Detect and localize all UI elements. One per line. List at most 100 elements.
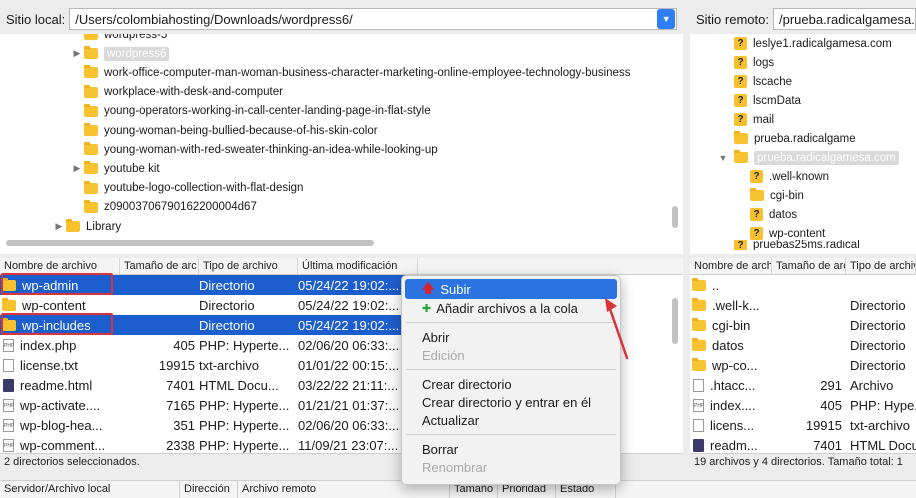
- menu-item-create-directory-enter[interactable]: Crear directorio y entrar en él: [402, 393, 620, 411]
- cell-filename-text: wp-activate....: [20, 397, 101, 413]
- tree-item[interactable]: youtube-logo-collection-with-flat-design: [70, 179, 303, 198]
- tree-item[interactable]: young-woman-being-bullied-because-of-his…: [70, 121, 378, 140]
- cell-filename: wp-co...: [690, 357, 772, 373]
- tree-item[interactable]: work-office-computer-man-woman-business-…: [70, 63, 630, 82]
- table-row[interactable]: wp-co... Directorio: [690, 355, 916, 375]
- table-row[interactable]: PHP wp-comment... 2338 PHP: Hyperte... 11/09…: [0, 435, 418, 453]
- table-row[interactable]: wp-content Directorio 05/24/22 19:02:...: [0, 295, 418, 315]
- table-row[interactable]: licens... 19915 txt-archivo: [690, 415, 916, 435]
- col-modified[interactable]: Última modificación: [298, 258, 418, 274]
- cell-modified: 01/21/21 01:37:...: [298, 397, 400, 413]
- queue-col-server[interactable]: Servidor/Archivo local: [0, 481, 180, 498]
- php-file-icon: PHP: [3, 338, 14, 352]
- cell-type: Archivo: [850, 377, 894, 393]
- tree-item-label: young-woman-with-red-sweater-thinking-an…: [104, 143, 438, 156]
- cell-filename: .htacc...: [690, 378, 772, 393]
- expand-triangle-icon[interactable]: ▶: [70, 48, 84, 59]
- table-row[interactable]: .well-k... Directorio: [690, 295, 916, 315]
- local-directory-tree[interactable]: wordpress-5 ▶ wordpress6 work-office-comput…: [0, 34, 683, 254]
- folder-icon: [750, 188, 764, 201]
- remote-tree-item[interactable]: ? lscache: [734, 72, 792, 91]
- tree-item[interactable]: workplace-with-desk-and-computer: [70, 83, 283, 102]
- menu-item-upload-label: Subir: [440, 281, 471, 297]
- table-row[interactable]: cgi-bin Directorio: [690, 315, 916, 335]
- remote-col-type[interactable]: Tipo de archivo: [846, 258, 916, 274]
- cell-filename-text: index....: [710, 397, 756, 413]
- remote-tree-item[interactable]: ▼ prueba.radicalgamesa.com: [716, 148, 899, 167]
- tree-item[interactable]: ▶ wordpress6: [70, 44, 170, 63]
- local-site-bar: Sitio local: /Users/colombiahosting/Down…: [0, 6, 683, 32]
- remote-tree-item[interactable]: ? pruebas25ms.radical: [734, 240, 860, 250]
- table-row[interactable]: PHP index.php 405 PHP: Hyperte... 02/06/20 0…: [0, 335, 418, 355]
- table-row[interactable]: readme.html 7401 HTML Docu... 03/22/22 21:1…: [0, 375, 418, 395]
- local-tree-vscrollbar[interactable]: [672, 206, 678, 228]
- cell-size: 19915: [158, 357, 195, 373]
- table-row[interactable]: license.txt 19915 txt-archivo 01/01/22 00:1…: [0, 355, 418, 375]
- remote-tree-item[interactable]: ? lscmData: [734, 91, 801, 110]
- menu-item-upload[interactable]: 🡅 Subir: [405, 279, 617, 299]
- remote-tree-item[interactable]: ? leslye1.radicalgamesa.com: [734, 34, 892, 53]
- remote-file-list[interactable]: Nombre de archivo Tamaño de arc Tipo de …: [690, 258, 916, 453]
- remote-tree-item[interactable]: ? logs: [734, 53, 774, 72]
- cell-filename-text: ..: [712, 277, 720, 293]
- folder-icon: [692, 317, 706, 331]
- table-row[interactable]: readm... 7401 HTML Docu...: [690, 435, 916, 453]
- remote-directory-tree[interactable]: ? leslye1.radicalgamesa.com? logs ? lscache?…: [690, 34, 916, 254]
- remote-col-size[interactable]: Tamaño de arc: [772, 258, 846, 274]
- cell-filename: cgi-bin: [690, 317, 772, 333]
- folder-icon: [84, 65, 98, 79]
- table-row[interactable]: PHP index.... 405 PHP: Hype...: [690, 395, 916, 415]
- tree-item[interactable]: z09003706790162200004d67: [70, 198, 257, 217]
- collapse-triangle-icon[interactable]: ▼: [716, 153, 730, 163]
- local-tree-hscrollbar[interactable]: [6, 240, 374, 246]
- cell-modified: 05/24/22 19:02:...: [298, 317, 400, 333]
- cell-size: 7401: [166, 377, 195, 393]
- menu-separator: [406, 434, 616, 435]
- tree-item-label: youtube-logo-collection-with-flat-design: [104, 182, 304, 195]
- expand-triangle-icon[interactable]: ▶: [70, 163, 84, 174]
- tree-item[interactable]: ▶ Library: [52, 217, 121, 236]
- tree-item[interactable]: wordpress-5: [70, 34, 167, 44]
- unknown-folder-icon: ?: [750, 227, 763, 240]
- menu-item-refresh[interactable]: Actualizar: [402, 411, 620, 429]
- tree-item[interactable]: young-operators-working-in-call-center-l…: [70, 102, 431, 121]
- cell-filename: .well-k...: [690, 297, 772, 313]
- tree-item[interactable]: ▶ youtube kit: [70, 159, 160, 178]
- menu-item-create-directory[interactable]: Crear directorio: [402, 375, 620, 393]
- php-file-icon: PHP: [3, 398, 14, 412]
- queue-col-direction[interactable]: Dirección: [180, 481, 238, 498]
- remote-col-filename[interactable]: Nombre de archivo: [690, 258, 772, 274]
- table-row[interactable]: datos Directorio: [690, 335, 916, 355]
- remote-tree-item[interactable]: ? datos: [750, 205, 797, 224]
- cell-filename: datos: [690, 337, 772, 353]
- folder-icon: [84, 34, 98, 40]
- expand-triangle-icon[interactable]: ▶: [52, 221, 66, 232]
- unknown-folder-icon: ?: [734, 56, 747, 69]
- col-filename[interactable]: Nombre de archivo: [0, 258, 120, 274]
- remote-tree-item-label: logs: [753, 56, 775, 69]
- remote-tree-item[interactable]: cgi-bin: [750, 186, 804, 205]
- menu-item-add-to-queue[interactable]: ✚ Añadir archivos a la cola: [402, 299, 620, 317]
- folder-icon: [84, 46, 98, 60]
- cell-filename-text: datos: [712, 337, 744, 353]
- table-row[interactable]: .htacc... 291 Archivo: [690, 375, 916, 395]
- table-row[interactable]: PHP wp-blog-hea... 351 PHP: Hyperte... 02/06…: [0, 415, 418, 435]
- remote-site-path-input[interactable]: /prueba.radicalgamesa.com: [772, 8, 916, 30]
- col-type[interactable]: Tipo de archivo: [199, 258, 298, 274]
- text-file-icon: [693, 418, 704, 432]
- menu-item-open[interactable]: Abrir: [402, 328, 620, 346]
- col-size[interactable]: Tamaño de arc: [120, 258, 199, 274]
- remote-tree-item[interactable]: prueba.radicalgame: [734, 129, 856, 148]
- tree-item-label: workplace-with-desk-and-computer: [104, 86, 283, 99]
- remote-tree-item[interactable]: ? mail: [734, 110, 774, 129]
- local-list-vscrollbar[interactable]: [672, 298, 678, 344]
- remote-tree-item[interactable]: ? .well-known: [750, 167, 829, 186]
- menu-item-delete[interactable]: Borrar: [402, 440, 620, 458]
- tree-item[interactable]: young-woman-with-red-sweater-thinking-an…: [70, 140, 438, 159]
- local-site-path-input[interactable]: /Users/colombiahosting/Downloads/wordpre…: [69, 8, 678, 30]
- table-row[interactable]: ..: [690, 275, 916, 295]
- folder-icon: [84, 103, 98, 117]
- annotation-box-wp-includes: [1, 313, 113, 335]
- table-row[interactable]: PHP wp-activate.... 7165 PHP: Hyperte... 01/…: [0, 395, 418, 415]
- chevron-down-icon[interactable]: ▼: [657, 9, 676, 29]
